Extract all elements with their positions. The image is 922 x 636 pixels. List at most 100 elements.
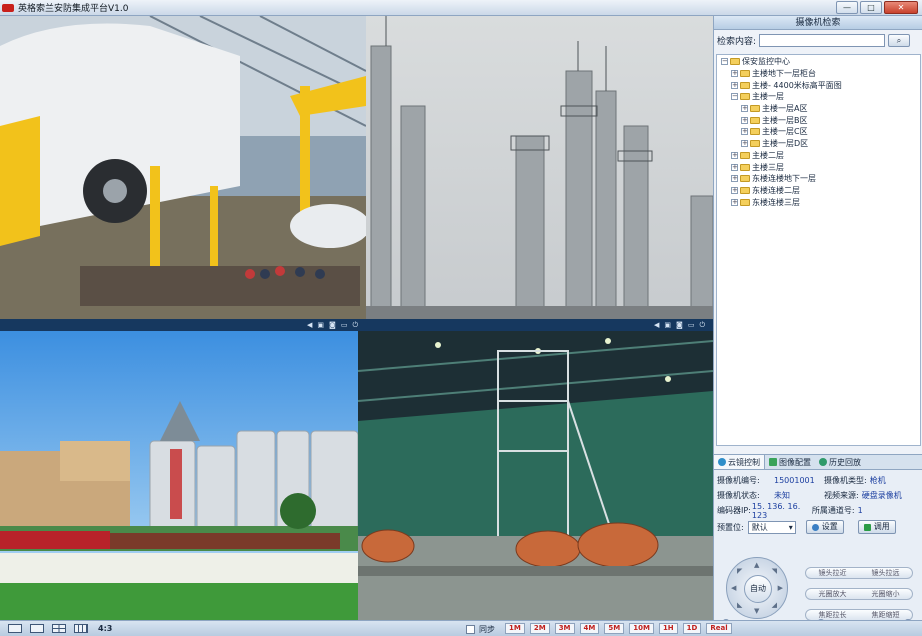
expand-icon[interactable]: + (731, 198, 738, 206)
iris-control: 光圈放大 光圈缩小 (805, 588, 913, 600)
rate-button[interactable]: Real (706, 623, 732, 634)
encoder-ip-label: 编码器IP: (717, 506, 751, 515)
rate-button[interactable]: 1H (658, 623, 678, 634)
sync-toggle[interactable]: 同步 (466, 624, 495, 635)
expand-icon[interactable]: + (741, 105, 748, 113)
record-icon[interactable]: ▣ (664, 319, 671, 331)
expand-icon[interactable]: + (731, 163, 738, 171)
power-icon[interactable]: ⏻ (352, 319, 358, 331)
tree-node[interactable]: − 主楼一层 (717, 91, 920, 103)
snapshot-icon[interactable]: ◙ (676, 319, 683, 331)
sync-checkbox[interactable] (466, 625, 475, 634)
zoom-control: 镜头拉近 镜头拉远 (805, 567, 913, 579)
expand-icon[interactable]: + (741, 116, 748, 124)
folder-icon (750, 116, 760, 124)
zoom-out-button[interactable]: 镜头拉远 (872, 568, 900, 578)
tree-node[interactable]: + 主楼- 4400米标高平面图 (717, 79, 920, 91)
arrow-down-right-icon[interactable]: ◢ (772, 601, 777, 609)
camera-status-label: 摄像机状态: (717, 491, 760, 500)
tree-node[interactable]: + 主楼三层 (717, 161, 920, 173)
maximize-button[interactable]: □ (860, 1, 882, 14)
fullscreen-icon[interactable] (8, 624, 22, 633)
tree-node-label: 东楼连楼二层 (752, 185, 800, 195)
arrow-up-right-icon[interactable]: ◥ (772, 567, 777, 575)
rate-button[interactable]: 1M (505, 623, 525, 634)
rate-button[interactable]: 4M (579, 623, 600, 634)
set-preset-button[interactable]: 设置 (805, 520, 844, 534)
arrow-up-left-icon[interactable]: ◤ (737, 567, 742, 575)
iris-close-button[interactable]: 光圈缩小 (872, 589, 900, 599)
arrow-left-icon[interactable]: ◀ (731, 584, 736, 592)
video-pane-1[interactable]: ◀ ▣ ◙ ▭ ⏻ (0, 16, 366, 331)
expand-icon[interactable]: + (741, 128, 748, 136)
power-icon[interactable]: ⏻ (699, 319, 705, 331)
nine-layout-icon[interactable] (74, 624, 88, 633)
minimize-button[interactable]: — (836, 1, 858, 14)
ptz-direction-pad[interactable]: ▲ ▼ ◀ ▶ ◤ ◥ ◣ ◢ 自动 (726, 557, 788, 619)
expand-icon[interactable]: + (731, 186, 738, 194)
tree-node[interactable]: + 主楼一层C区 (717, 126, 920, 138)
expand-icon[interactable]: + (731, 81, 738, 89)
tree-node[interactable]: − 保安监控中心 (717, 56, 920, 68)
pane-2-video-feed (366, 16, 713, 320)
speaker-icon[interactable]: ◀ (654, 319, 659, 331)
tab-history-playback[interactable]: 历史回放 (815, 455, 865, 469)
rate-button[interactable]: 1D (682, 623, 702, 634)
folder-icon (740, 70, 750, 78)
close-button[interactable]: ✕ (884, 1, 918, 14)
tree-node[interactable]: + 主楼一层B区 (717, 114, 920, 126)
collapse-icon[interactable]: − (721, 58, 728, 66)
encoder-ip-value: 15. 136. 16. 123 (751, 501, 801, 520)
rate-button[interactable]: 2M (529, 623, 550, 634)
tree-node[interactable]: + 主楼地下一层柜台 (717, 68, 920, 80)
iris-open-button[interactable]: 光圈放大 (819, 589, 847, 599)
rate-button[interactable]: 10M (629, 623, 654, 634)
video-pane-2[interactable]: ◀ ▣ ◙ ▭ ⏻ (366, 16, 713, 331)
tab-image-config[interactable]: 图像配置 (765, 455, 815, 469)
rate-button[interactable]: 3M (554, 623, 575, 634)
expand-icon[interactable]: + (731, 175, 738, 183)
search-button[interactable]: ⌕ (888, 34, 911, 47)
window-icon[interactable]: ▭ (688, 319, 695, 331)
video-pane-3[interactable] (0, 331, 358, 620)
video-source-label: 视频来源: (824, 491, 859, 500)
search-input[interactable] (759, 34, 886, 47)
snapshot-icon[interactable]: ◙ (329, 319, 336, 331)
quad-layout-icon[interactable] (52, 624, 66, 633)
folder-icon (740, 151, 750, 159)
expand-icon[interactable]: + (731, 70, 738, 78)
tree-node[interactable]: + 东楼连楼二层 (717, 185, 920, 197)
single-layout-icon[interactable] (30, 624, 44, 633)
aspect-ratio-button[interactable]: 4:3 (98, 624, 112, 633)
expand-icon[interactable]: + (741, 140, 748, 148)
window-icon[interactable]: ▭ (341, 319, 348, 331)
arrow-down-icon[interactable]: ▼ (754, 607, 759, 615)
call-preset-button[interactable]: 调用 (857, 520, 896, 534)
tab-ptz-control[interactable]: 云镜控制 (714, 455, 765, 469)
history-tab-icon (819, 458, 827, 466)
tree-node-label: 主楼三层 (752, 162, 784, 172)
expand-icon[interactable]: + (731, 151, 738, 159)
video-pane-4[interactable] (358, 331, 713, 620)
preset-select[interactable]: 默认 (747, 520, 796, 534)
arrow-down-left-icon[interactable]: ◣ (737, 601, 742, 609)
arrow-right-icon[interactable]: ▶ (778, 584, 783, 592)
search-row: 检索内容: ⌕ (714, 30, 922, 47)
tab-label: 图像配置 (779, 457, 811, 467)
folder-icon (750, 128, 760, 136)
tree-node[interactable]: + 东楼连楼地下一层 (717, 173, 920, 185)
arrow-up-icon[interactable]: ▲ (754, 561, 759, 569)
speaker-icon[interactable]: ◀ (307, 319, 312, 331)
pane-1-video-feed (0, 16, 366, 319)
rate-button[interactable]: 5M (604, 623, 625, 634)
collapse-icon[interactable]: − (731, 93, 738, 101)
record-icon[interactable]: ▣ (317, 319, 324, 331)
tree-node[interactable]: + 主楼二层 (717, 150, 920, 162)
tree-node[interactable]: + 主楼一层A区 (717, 103, 920, 115)
zoom-in-button[interactable]: 镜头拉近 (819, 568, 847, 578)
playback-rate-buttons: 1M 2M 3M 4M 5M 10M 1H 1D Real (505, 623, 732, 634)
tree-node-label: 东楼连楼三层 (752, 197, 800, 207)
auto-button[interactable]: 自动 (744, 575, 772, 603)
tree-node[interactable]: + 东楼连楼三层 (717, 196, 920, 208)
tree-node[interactable]: + 主楼一层D区 (717, 138, 920, 150)
